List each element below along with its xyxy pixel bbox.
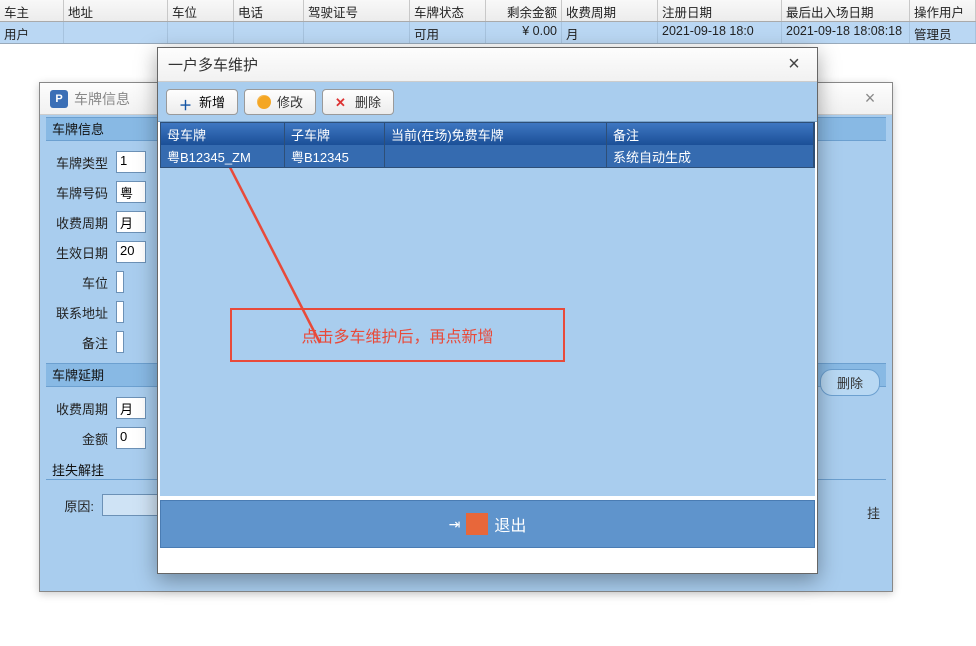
th-current-free[interactable]: 当前(在场)免费车牌 [385, 123, 607, 145]
lbl-amount: 金额 [50, 429, 112, 448]
lbl-pay-cycle2: 收费周期 [50, 399, 112, 418]
col-space[interactable]: 车位 [168, 0, 234, 21]
edit-button[interactable]: 修改 [244, 89, 316, 115]
lbl-reason: 原因: [50, 496, 98, 515]
cell-plate-state: 可用 [410, 22, 486, 43]
cell-reg: 2021-09-18 18:0 [658, 22, 782, 43]
delete-button-label: 删除 [355, 92, 381, 111]
col-address[interactable]: 地址 [64, 0, 168, 21]
fld-plate-no[interactable]: 粤 [116, 181, 146, 203]
exit-icon: ⇥ [449, 516, 461, 533]
add-button-label: 新增 [199, 92, 225, 111]
cell-balance: ¥ 0.00 [486, 22, 562, 43]
td-remark: 系统自动生成 [607, 145, 814, 167]
delete-button[interactable]: ✕ 删除 [322, 89, 394, 115]
th-remark[interactable]: 备注 [607, 123, 814, 145]
col-cycle[interactable]: 收费周期 [562, 0, 658, 21]
cell-license [304, 22, 410, 43]
annotation-text: 点击多车维护后，再点新增 [230, 308, 565, 362]
edit-button-label: 修改 [277, 92, 303, 111]
th-mother-plate[interactable]: 母车牌 [161, 123, 285, 145]
toolbar: ＋ 新增 修改 ✕ 删除 [158, 82, 817, 122]
exit-highlight-box [466, 513, 488, 535]
cell-phone [234, 22, 304, 43]
plus-icon: ＋ [179, 95, 193, 109]
plate-info-close-button[interactable]: × [858, 88, 882, 109]
cell-last: 2021-09-18 18:08:18 [782, 22, 910, 43]
col-license[interactable]: 驾驶证号 [304, 0, 410, 21]
fld-pay-cycle2[interactable]: 月 [116, 397, 146, 419]
td-mother-plate: 粤B12345_ZM [161, 145, 285, 167]
cell-cycle: 月 [562, 22, 658, 43]
lbl-pay-cycle: 收费周期 [50, 213, 112, 232]
multi-car-close-button[interactable]: × [781, 53, 807, 76]
fld-space[interactable] [116, 271, 124, 293]
col-last[interactable]: 最后出入场日期 [782, 0, 910, 21]
add-button[interactable]: ＋ 新增 [166, 89, 238, 115]
cell-space [168, 22, 234, 43]
multi-car-dialog: 一户多车维护 × ＋ 新增 修改 ✕ 删除 母车牌 子车牌 当前(在场)免费车牌… [157, 47, 818, 574]
lbl-remark: 备注 [50, 333, 112, 352]
fld-effective[interactable]: 20 [116, 241, 146, 263]
col-reg[interactable]: 注册日期 [658, 0, 782, 21]
blank-area: 点击多车维护后，再点新增 [160, 168, 815, 496]
parking-icon: P [50, 90, 68, 108]
lbl-plate-type: 车牌类型 [50, 153, 112, 172]
cell-owner: 用户 [0, 22, 64, 43]
car-table-row[interactable]: 粤B12345_ZM 粤B12345 系统自动生成 [161, 145, 814, 167]
grid-header: 车主 地址 车位 电话 驾驶证号 车牌状态 剩余金额 收费周期 注册日期 最后出… [0, 0, 976, 22]
cell-opuser: 管理员 [910, 22, 976, 43]
col-balance[interactable]: 剩余金额 [486, 0, 562, 21]
th-child-plate[interactable]: 子车牌 [285, 123, 385, 145]
delete-pill-button[interactable]: 删除 [820, 369, 880, 396]
td-child-plate: 粤B12345 [285, 145, 385, 167]
col-owner[interactable]: 车主 [0, 0, 64, 21]
col-opuser[interactable]: 操作用户 [910, 0, 976, 21]
gua-label[interactable]: 挂 [867, 503, 880, 522]
fld-address[interactable] [116, 301, 124, 323]
multi-car-titlebar[interactable]: 一户多车维护 × [158, 48, 817, 82]
lbl-space: 车位 [50, 273, 112, 292]
fld-plate-type[interactable]: 1 [116, 151, 146, 173]
fld-pay-cycle[interactable]: 月 [116, 211, 146, 233]
exit-button[interactable]: ⇥ 退出 [160, 500, 815, 548]
multi-car-title: 一户多车维护 [168, 54, 781, 75]
fld-amount[interactable]: 0 [116, 427, 146, 449]
exit-label: 退出 [494, 512, 526, 536]
col-plate-state[interactable]: 车牌状态 [410, 0, 486, 21]
fld-remark[interactable] [116, 331, 124, 353]
lbl-plate-no: 车牌号码 [50, 183, 112, 202]
lbl-address: 联系地址 [50, 303, 112, 322]
col-phone[interactable]: 电话 [234, 0, 304, 21]
edit-icon [257, 95, 271, 109]
delete-icon: ✕ [335, 95, 349, 109]
lbl-effective: 生效日期 [50, 243, 112, 262]
td-current-free [385, 145, 607, 167]
grid-row[interactable]: 用户 可用 ¥ 0.00 月 2021-09-18 18:0 2021-09-1… [0, 22, 976, 44]
car-table-header: 母车牌 子车牌 当前(在场)免费车牌 备注 [161, 123, 814, 145]
car-table: 母车牌 子车牌 当前(在场)免费车牌 备注 粤B12345_ZM 粤B12345… [160, 122, 815, 168]
cell-address [64, 22, 168, 43]
